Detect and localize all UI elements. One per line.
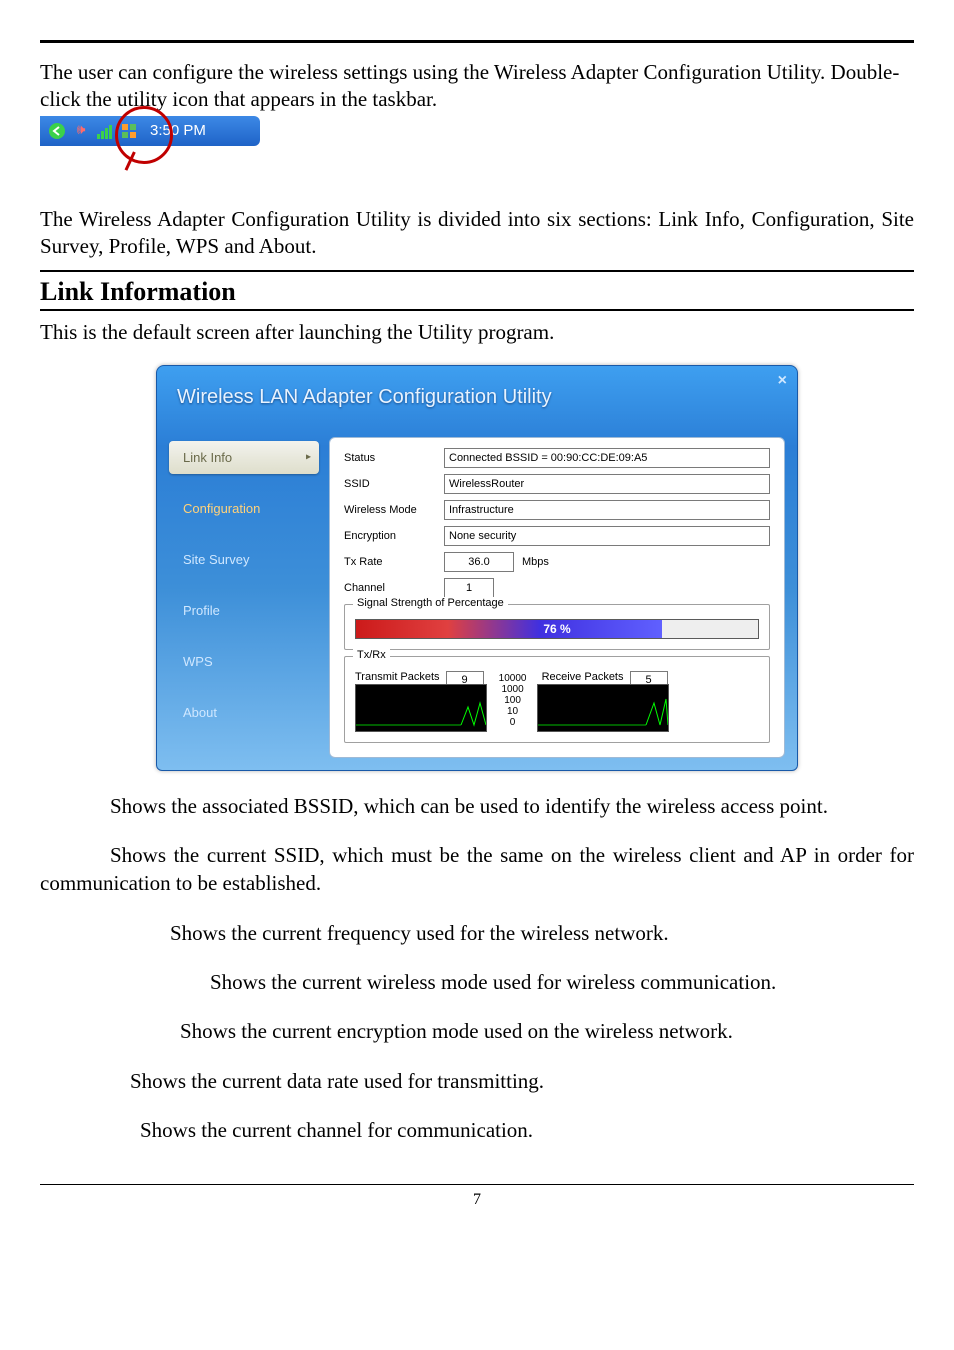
desc-bssid: Shows the associated BSSID, which can be… [40,792,914,820]
tray-back-icon [46,120,68,142]
scale-0: 0 [494,717,532,728]
signal-strength-value: 76 % [356,620,758,638]
value-channel: 1 [444,578,494,598]
label-tx-rate: Tx Rate [344,556,444,568]
scale-100: 100 [494,695,532,706]
signal-strength-group: Signal Strength of Percentage 76 % [344,604,770,650]
transmit-graph [355,684,487,732]
label-ssid: SSID [344,478,444,490]
section-heading-link-information: Link Information [40,270,914,311]
desc-txrate: Shows the current data rate used for tra… [40,1067,914,1095]
desc-frequency: Shows the current frequency used for the… [40,919,914,947]
taskbar-screenshot: 🕪 3:50 PM [40,116,270,176]
value-tx-rate: 36.0 [444,552,514,572]
intro-paragraph-2: The Wireless Adapter Configuration Utili… [40,206,914,261]
value-encryption: None security [444,526,770,546]
utility-window-title: Wireless LAN Adapter Configuration Utili… [157,366,797,437]
scale-10000: 10000 [494,673,532,684]
close-icon[interactable]: × [778,372,787,390]
label-wireless-mode: Wireless Mode [344,504,444,516]
desc-wireless-mode: Shows the current wireless mode used for… [40,968,914,996]
desc-encryption: Shows the current encryption mode used o… [40,1017,914,1045]
nav-wps[interactable]: WPS [169,645,319,678]
txrx-group: Tx/Rx Transmit Packets 9 10000 1000 100 … [344,656,770,743]
nav-profile[interactable]: Profile [169,594,319,627]
utility-window: × Wireless LAN Adapter Configuration Uti… [156,365,798,771]
txrx-scale: 10000 1000 100 10 0 [494,671,532,728]
desc-channel: Shows the current channel for communicat… [40,1116,914,1144]
unit-mbps: Mbps [522,556,549,568]
utility-nav: Link Info Configuration Site Survey Prof… [169,437,319,758]
page-number: 7 [473,1191,481,1208]
intro-paragraph-1: The user can configure the wireless sett… [40,59,914,114]
nav-about[interactable]: About [169,696,319,729]
scale-1000: 1000 [494,684,532,695]
red-circle-annotation [115,106,173,164]
section-subtext: This is the default screen after launchi… [40,319,914,346]
label-transmit-packets: Transmit Packets [355,671,440,683]
nav-site-survey[interactable]: Site Survey [169,543,319,576]
utility-content: Status Connected BSSID = 00:90:CC:DE:09:… [329,437,785,758]
label-encryption: Encryption [344,530,444,542]
nav-link-info[interactable]: Link Info [169,441,319,474]
signal-strength-bar: 76 % [355,619,759,639]
label-channel: Channel [344,582,444,594]
value-wireless-mode: Infrastructure [444,500,770,520]
desc-ssid: Shows the current SSID, which must be th… [40,841,914,898]
tray-volume-icon: 🕪 [70,120,92,142]
signal-strength-legend: Signal Strength of Percentage [353,597,508,609]
txrx-legend: Tx/Rx [353,649,390,661]
tray-signal-icon [94,120,116,142]
scale-10: 10 [494,706,532,717]
value-ssid: WirelessRouter [444,474,770,494]
label-receive-packets: Receive Packets [542,671,624,683]
receive-graph [537,684,669,732]
nav-configuration[interactable]: Configuration [169,492,319,525]
label-status: Status [344,452,444,464]
value-status: Connected BSSID = 00:90:CC:DE:09:A5 [444,448,770,468]
